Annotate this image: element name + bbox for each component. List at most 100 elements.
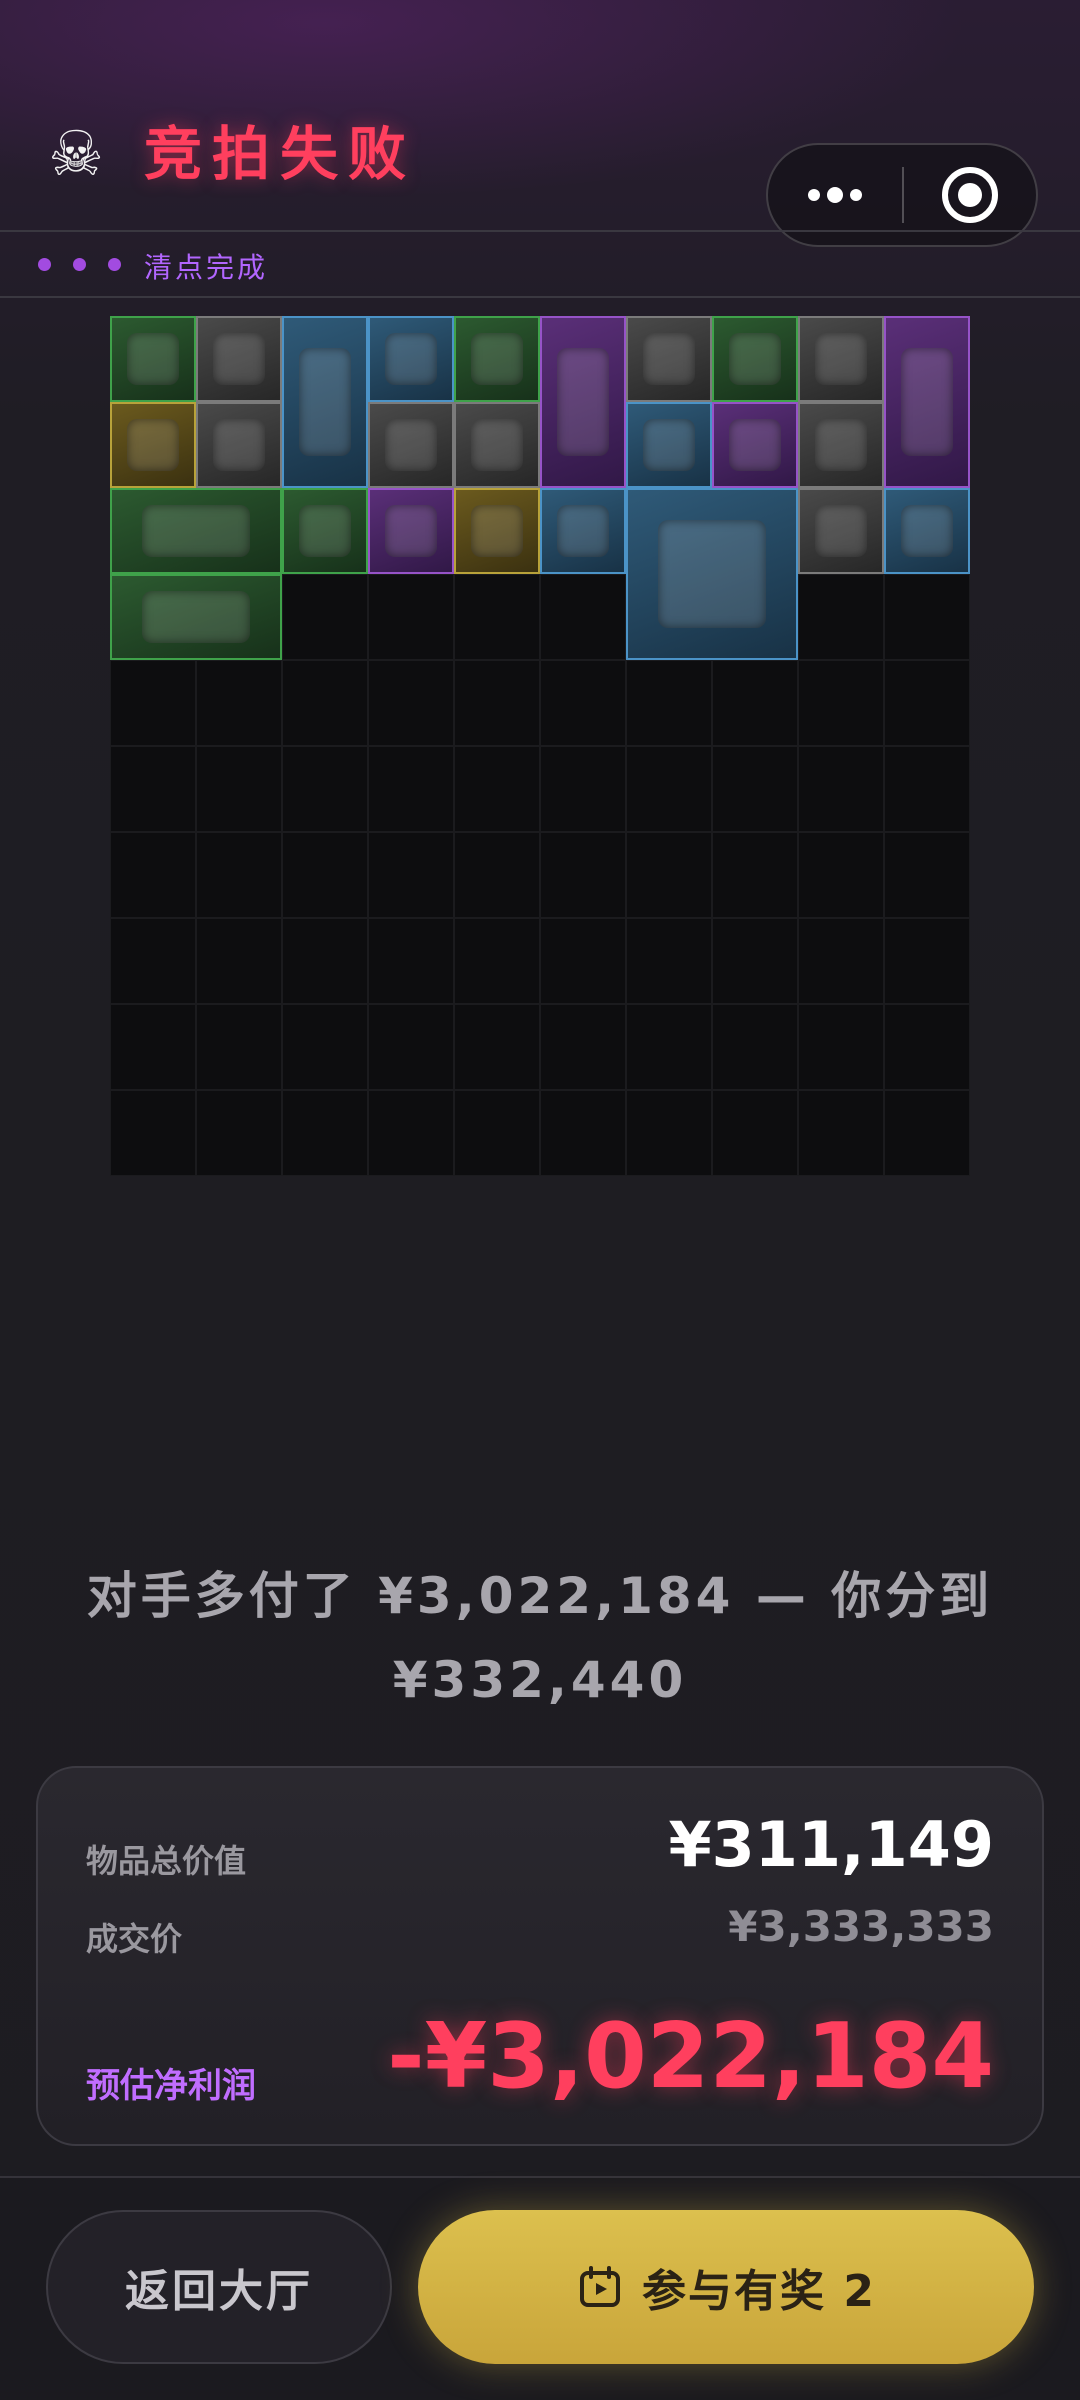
keyboard-icon — [142, 590, 250, 644]
item-energy-drink[interactable] — [712, 402, 798, 488]
back-to-lobby-button[interactable]: 返回大厅 — [46, 2210, 392, 2364]
playing-card-diamonds-icon — [814, 504, 868, 558]
item-golden-ornament[interactable] — [540, 316, 626, 488]
grid-cell — [712, 660, 798, 746]
status-divider — [0, 296, 1080, 298]
item-disc-2[interactable] — [540, 488, 626, 574]
deal-price: ¥3,333,333 — [728, 1902, 994, 1951]
grid-cell — [196, 1090, 282, 1176]
grid-cell — [798, 746, 884, 832]
grid-cell — [282, 660, 368, 746]
grid-cell — [798, 1004, 884, 1090]
item-stethoscope[interactable] — [282, 316, 368, 488]
disc-icon — [384, 332, 438, 386]
result-message: 对手多付了 ¥3,022,184 — 你分到 ¥332,440 — [60, 1554, 1020, 1722]
result-message-line1: 对手多付了 ¥3,022,184 — 你分到 — [86, 1567, 994, 1625]
grid-cell — [196, 746, 282, 832]
item-old-pouch[interactable] — [884, 316, 970, 488]
item-computer-mouse[interactable] — [196, 316, 282, 402]
header: ☠ 竞拍失败 — [0, 0, 1080, 247]
grid-cell — [196, 832, 282, 918]
join-reward-button[interactable]: 参与有奖 2 — [418, 2210, 1034, 2364]
item-playing-card-hearts[interactable] — [368, 402, 454, 488]
profit-value: -¥3,022,184 — [387, 2004, 994, 2109]
grid-cell — [368, 746, 454, 832]
grid-cell — [626, 1090, 712, 1176]
item-camping-stove[interactable] — [626, 488, 798, 660]
page-title: 竞拍失败 — [144, 120, 417, 188]
molecule-model-icon — [384, 504, 438, 558]
grid-cell — [712, 832, 798, 918]
grid-cell — [712, 918, 798, 1004]
grid-cell — [110, 918, 196, 1004]
grid-cell — [454, 574, 540, 660]
grid-cell — [196, 918, 282, 1004]
grid-cell — [626, 832, 712, 918]
item-molecule-model[interactable] — [368, 488, 454, 574]
item-keyboard[interactable] — [110, 574, 282, 660]
item-iv-bag[interactable] — [454, 316, 540, 402]
energy-drink-icon — [728, 418, 782, 472]
item-cola-can[interactable] — [626, 402, 712, 488]
profit-label: 预估净利润 — [86, 2066, 256, 2106]
grid-cell — [368, 1090, 454, 1176]
grid-cell — [540, 746, 626, 832]
item-gas-canister[interactable] — [454, 488, 540, 574]
item-playing-card-diamonds[interactable] — [798, 488, 884, 574]
close-miniprogram-button[interactable] — [942, 167, 998, 223]
grid-cell — [712, 746, 798, 832]
iv-bag-icon — [470, 332, 524, 386]
grid-cell — [282, 1090, 368, 1176]
grid-cell — [540, 660, 626, 746]
battery-9v-icon — [298, 504, 352, 558]
item-matchbox[interactable] — [626, 316, 712, 402]
item-disc[interactable] — [368, 316, 454, 402]
grid-cell — [884, 660, 970, 746]
grid-cell — [110, 1090, 196, 1176]
item-old-map[interactable] — [110, 488, 282, 574]
summary-card: 物品总价值 ¥311,149 成交价 ¥3,333,333 预估净利润 -¥3,… — [36, 1766, 1044, 2146]
grid-cell — [626, 746, 712, 832]
disc-2-icon — [556, 504, 610, 558]
grid-cell — [196, 660, 282, 746]
computer-mouse-icon — [212, 332, 266, 386]
grid-cell — [282, 832, 368, 918]
grid-cell — [540, 918, 626, 1004]
grid-cell — [540, 574, 626, 660]
bottom-bar: 返回大厅 参与有奖 2 — [0, 2176, 1080, 2400]
item-power-bank[interactable] — [712, 316, 798, 402]
item-photo-card[interactable] — [798, 402, 884, 488]
playing-card-hearts-icon — [384, 418, 438, 472]
item-document-sheet[interactable] — [454, 402, 540, 488]
grid-cell — [884, 1090, 970, 1176]
document-sheet-icon — [470, 418, 524, 472]
more-dot-icon — [827, 187, 843, 203]
item-battery-9v[interactable] — [282, 488, 368, 574]
total-value-label: 物品总价值 — [86, 1842, 247, 1880]
status-text: 清点完成 — [144, 251, 269, 284]
grid-cell — [454, 660, 540, 746]
good-luck-card-icon — [126, 332, 180, 386]
item-good-luck-card[interactable] — [110, 316, 196, 402]
more-dot-icon — [808, 189, 820, 201]
grid-cell — [540, 1090, 626, 1176]
grid-cell — [540, 832, 626, 918]
item-drone-part[interactable] — [110, 402, 196, 488]
grid-cell — [368, 918, 454, 1004]
gas-canister-icon — [470, 504, 524, 558]
status-row: 清点完成 — [0, 232, 1080, 296]
item-cigarette-pack[interactable] — [884, 488, 970, 574]
item-playing-card-clubs[interactable] — [196, 402, 282, 488]
skull-icon: ☠ — [48, 117, 104, 190]
item-rope[interactable] — [798, 316, 884, 402]
grid-cell — [110, 746, 196, 832]
grid-cell — [712, 1090, 798, 1176]
grid-cell — [712, 1004, 798, 1090]
grid-cell — [884, 1004, 970, 1090]
grid-cell — [798, 574, 884, 660]
inventory-grid — [110, 316, 970, 1176]
matchbox-icon — [642, 332, 696, 386]
camping-stove-icon — [658, 520, 766, 628]
rope-icon — [814, 332, 868, 386]
old-map-icon — [142, 504, 250, 558]
